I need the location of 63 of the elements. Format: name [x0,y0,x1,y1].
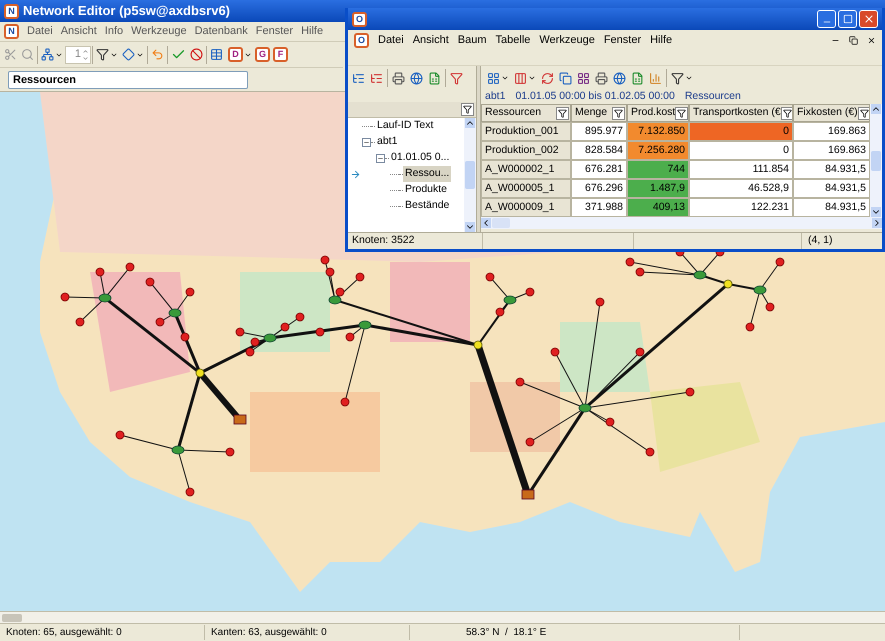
table-cell: 409,13 [627,198,689,217]
info-text: 01.01.05 00:00 bis 01.02.05 00:00 [515,89,675,104]
info-text: Ressourcen [684,89,741,104]
tree-item[interactable]: 01.01.05 0... [389,150,452,166]
app-logo-icon: N [4,4,19,18]
status-text: Kanten: 63, ausgewählt: 0 [205,625,410,640]
table-cell: 84.931,5 [793,179,870,198]
table-cell: 0 [689,122,793,141]
menu-item[interactable]: Hilfe [650,32,672,48]
menu-item[interactable]: Baum [458,32,487,48]
number-spinner[interactable]: 1 [65,46,91,64]
table-cell: 0 [689,141,793,160]
row-header-cell: A_W000005_1 [481,179,571,198]
menu-item[interactable]: Datei [378,32,404,48]
tree-item[interactable]: Ressou... [403,166,452,182]
table-cell: 7.256.280 [627,141,689,160]
menu-item[interactable]: Fenster [604,32,642,48]
letter-button[interactable]: G [255,47,270,62]
menu-item[interactable]: Werkzeuge [131,23,187,40]
info-text: abt1 [485,89,506,104]
table-cell: 828.584 [571,141,627,160]
table-cell: 1.487,9 [627,179,689,198]
status-text: 58.3° N / 18.1° E [410,625,740,640]
table-cell: 744 [627,160,689,179]
app-logo-icon: O [352,12,367,26]
status-text: Knoten: 65, ausgewählt: 0 [0,625,205,640]
menu-item[interactable]: Werkzeuge [539,32,595,48]
table-cell: 84.931,5 [793,160,870,179]
menu-item[interactable]: Ansicht [60,23,97,40]
row-header-cell: A_W000009_1 [481,198,571,217]
table-cell: 371.988 [571,198,627,217]
table-cell: 84.931,5 [793,198,870,217]
app-logo-icon: O [354,32,369,48]
menu-item[interactable]: Info [104,23,124,40]
row-header-cell: A_W000002_1 [481,160,571,179]
table-cell: 676.281 [571,160,627,179]
row-header-cell: Produktion_002 [481,141,571,160]
letter-button[interactable]: D [228,47,243,62]
menu-item[interactable]: Datei [27,23,53,40]
tree-item[interactable]: Lauf-ID Text [375,118,436,134]
status-text: (4, 1) [807,233,834,248]
table-cell: 895.977 [571,122,627,141]
status-text: Knoten: 3522 [351,233,416,248]
menu-item[interactable]: Ansicht [412,32,449,48]
table-cell: 7.132.850 [627,122,689,141]
menu-item[interactable]: Tabelle [496,32,530,48]
letter-button[interactable]: F [273,47,288,62]
table-cell: 169.863 [793,122,870,141]
tree-item[interactable]: Bestände [403,198,452,214]
table-cell: 111.854 [689,160,793,179]
menu-item[interactable]: Fenster [256,23,294,40]
menu-item[interactable]: Datenbank [194,23,248,40]
table-cell: 46.528,9 [689,179,793,198]
app-logo-icon: N [4,24,19,39]
table-cell: 122.231 [689,198,793,217]
tree-item[interactable]: Produkte [403,182,450,198]
tree-item[interactable]: abt1 [375,134,400,150]
window-title: Network Editor (p5sw@axdbsrv6) [23,2,230,20]
menu-item[interactable]: Hilfe [301,23,324,40]
table-cell: 169.863 [793,141,870,160]
table-cell: 676.296 [571,179,627,198]
row-header-cell: Produktion_001 [481,122,571,141]
layer-field[interactable]: Ressourcen [8,70,248,88]
